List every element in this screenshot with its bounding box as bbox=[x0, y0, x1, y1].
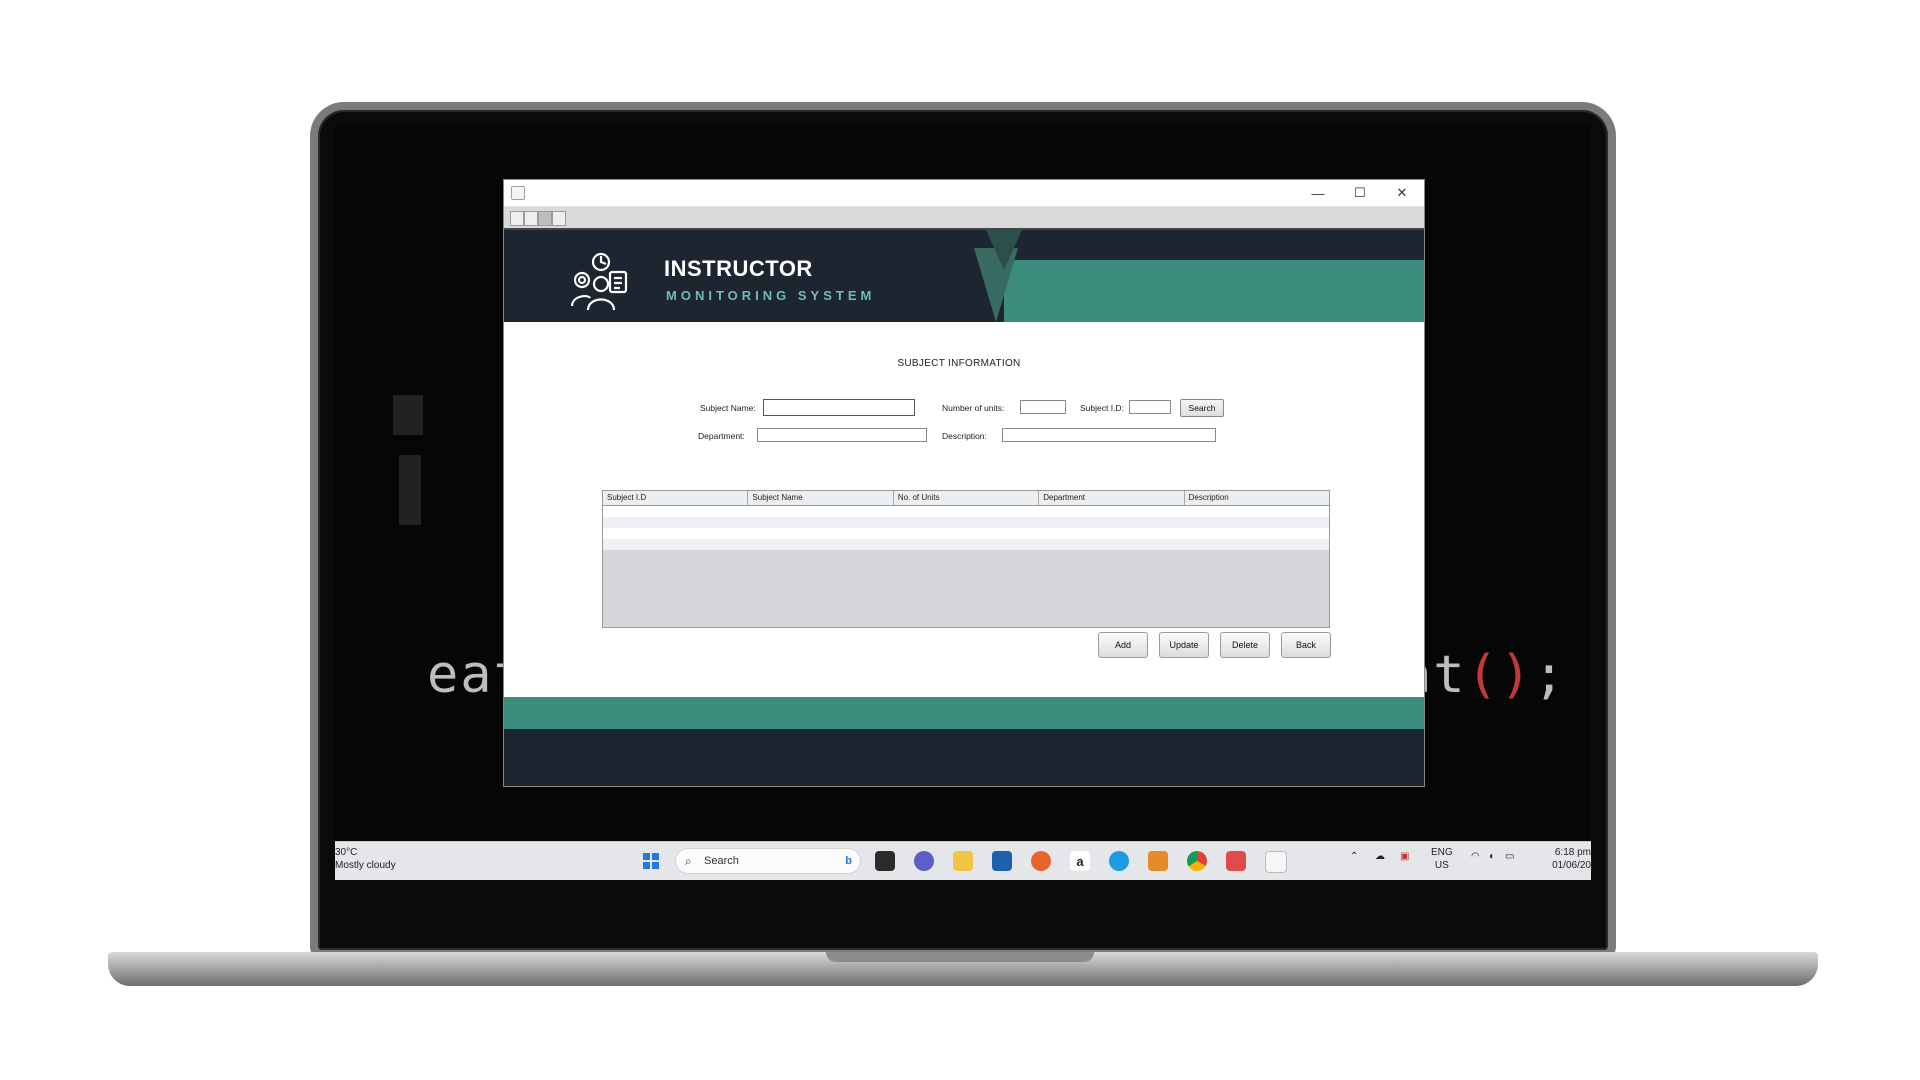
subject-form: SUBJECT INFORMATION Subject Name: Number… bbox=[504, 322, 1424, 692]
units-label: Number of units: bbox=[942, 403, 1005, 413]
wifi-icon[interactable]: ◠ bbox=[1471, 851, 1480, 862]
table-row[interactable] bbox=[603, 517, 1329, 528]
update-button[interactable]: Update bbox=[1159, 632, 1209, 658]
lang-top: ENG bbox=[1431, 847, 1453, 858]
battery-icon[interactable]: ▭ bbox=[1505, 851, 1514, 862]
clock-time: 6:18 pm bbox=[1554, 847, 1591, 858]
back-button[interactable]: Back bbox=[1281, 632, 1331, 658]
close-button[interactable]: ✕ bbox=[1382, 180, 1422, 206]
lang-bottom: US bbox=[1434, 860, 1449, 871]
app-banner: INSTRUCTOR MONITORING SYSTEM bbox=[504, 230, 1424, 322]
amazon-icon[interactable]: a bbox=[1070, 851, 1090, 871]
search-label: Search bbox=[704, 855, 739, 867]
taskbar-search[interactable]: ⌕ Search b bbox=[675, 848, 861, 874]
column-header[interactable]: Subject Name bbox=[748, 491, 894, 505]
xampp-icon[interactable] bbox=[1148, 851, 1168, 871]
clock[interactable]: 6:18 pm 01/06/20 bbox=[1552, 846, 1591, 872]
wallpaper-shape bbox=[393, 395, 423, 435]
weather-widget[interactable]: 30°C Mostly cloudy bbox=[335, 846, 396, 872]
column-header[interactable]: No. of Units bbox=[894, 491, 1040, 505]
chat-icon[interactable] bbox=[914, 851, 934, 871]
weather-temp: 30°C bbox=[335, 847, 358, 858]
chevron-up-icon[interactable]: ⌃ bbox=[1350, 851, 1358, 862]
units-input[interactable] bbox=[1020, 400, 1066, 414]
column-header[interactable]: Subject I.D bbox=[603, 491, 749, 505]
column-header[interactable]: Department bbox=[1039, 491, 1185, 505]
page-title: SUBJECT INFORMATION bbox=[897, 358, 1021, 369]
weather-desc: Mostly cloudy bbox=[335, 860, 396, 871]
toolbar-icon[interactable] bbox=[552, 211, 566, 226]
subject-id-input[interactable] bbox=[1129, 400, 1171, 414]
search-icon: ⌕ bbox=[685, 854, 692, 868]
start-windows-icon[interactable] bbox=[641, 851, 661, 871]
table-header: Subject I.D Subject Name No. of Units Depar… bbox=[603, 491, 1329, 506]
banner-accent bbox=[1004, 260, 1424, 322]
subject-name-input[interactable] bbox=[763, 399, 915, 416]
store-icon[interactable] bbox=[992, 851, 1012, 871]
desktop-screen: eat at(); — ☐ ✕ INSTRUCTOR MONITORING SY… bbox=[335, 125, 1591, 880]
firefox-icon[interactable] bbox=[1031, 851, 1051, 871]
department-input[interactable] bbox=[757, 428, 927, 442]
table-row[interactable] bbox=[603, 528, 1329, 539]
app-window: — ☐ ✕ INSTRUCTOR MONITORING SYSTEM SUBJE… bbox=[503, 179, 1425, 787]
window-titlebar[interactable]: — ☐ ✕ bbox=[504, 180, 1424, 207]
column-header[interactable]: Description bbox=[1185, 491, 1329, 505]
onedrive-icon[interactable]: ☁ bbox=[1375, 851, 1385, 862]
toolbar-icon[interactable] bbox=[510, 211, 524, 226]
task-view-icon[interactable] bbox=[875, 851, 895, 871]
delete-button[interactable]: Delete bbox=[1220, 632, 1270, 658]
taskbar: 30°C Mostly cloudy ⌕ Search b a ⌃ ☁ ▣ EN… bbox=[335, 841, 1591, 880]
clock-date: 01/06/20 bbox=[1552, 860, 1591, 871]
laptop-notch bbox=[826, 952, 1094, 962]
minimize-button[interactable]: — bbox=[1298, 180, 1338, 206]
instructor-logo-icon bbox=[570, 252, 628, 311]
table-row[interactable] bbox=[603, 539, 1329, 550]
edge-icon[interactable] bbox=[1109, 851, 1129, 871]
banner-triangle bbox=[986, 230, 1022, 270]
subject-id-label: Subject I.D: bbox=[1080, 403, 1124, 413]
brand-title: INSTRUCTOR bbox=[664, 256, 813, 281]
search-button[interactable]: Search bbox=[1180, 399, 1224, 417]
volume-icon[interactable]: ◖ bbox=[1488, 851, 1494, 862]
footer-bar bbox=[504, 729, 1424, 786]
subject-name-label: Subject Name: bbox=[700, 403, 756, 413]
add-button[interactable]: Add bbox=[1098, 632, 1148, 658]
brand-subtitle: MONITORING SYSTEM bbox=[666, 288, 876, 303]
toolbar-icon[interactable] bbox=[538, 211, 552, 226]
description-input[interactable] bbox=[1002, 428, 1216, 442]
maximize-button[interactable]: ☐ bbox=[1340, 180, 1380, 206]
subjects-table[interactable]: Subject I.D Subject Name No. of Units Depar… bbox=[602, 490, 1330, 628]
tray-app-icon[interactable]: ▣ bbox=[1400, 851, 1409, 862]
department-label: Department: bbox=[698, 431, 745, 441]
office-icon[interactable] bbox=[1226, 851, 1246, 871]
toolstrip bbox=[504, 207, 1424, 230]
java-app-icon bbox=[511, 186, 525, 200]
file-explorer-icon[interactable] bbox=[953, 851, 973, 871]
language-indicator[interactable]: ENG US bbox=[1431, 846, 1453, 872]
footer-accent bbox=[504, 697, 1424, 729]
java-app-taskbar-icon[interactable] bbox=[1265, 851, 1287, 873]
chrome-icon[interactable] bbox=[1187, 851, 1207, 871]
description-label: Description: bbox=[942, 431, 987, 441]
toolbar-icon[interactable] bbox=[524, 211, 538, 226]
bing-icon: b bbox=[845, 855, 852, 867]
wallpaper-shape bbox=[399, 455, 421, 525]
table-row[interactable] bbox=[603, 506, 1329, 517]
